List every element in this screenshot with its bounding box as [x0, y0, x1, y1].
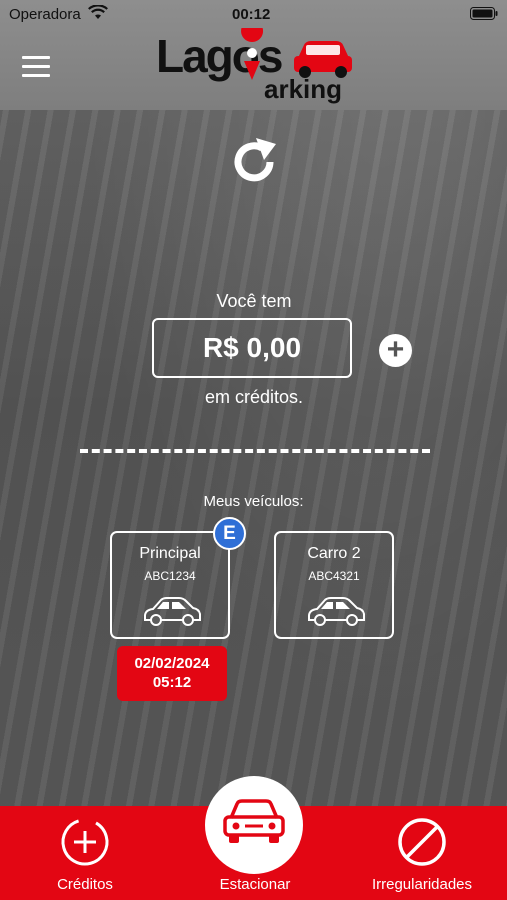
wifi-icon	[88, 5, 108, 19]
vehicle-card[interactable]: Carro 2 ABC4321	[274, 531, 394, 639]
vehicle-card[interactable]: Principal ABC1234	[110, 531, 230, 639]
menu-line	[22, 74, 50, 77]
battery-icon	[470, 7, 498, 20]
logo-car-icon	[294, 41, 352, 78]
tab-label: Créditos	[57, 876, 113, 893]
credit-caption-top: Você tem	[216, 291, 292, 311]
credit-caption-bottom: em créditos.	[204, 387, 304, 407]
section-divider	[80, 449, 430, 453]
status-badge: E	[213, 517, 246, 550]
car-icon	[308, 597, 365, 626]
add-credit-icon	[61, 818, 109, 866]
status-bar: Operadora 00:12	[0, 0, 507, 28]
carrier-label: Operadora	[9, 6, 81, 23]
clock: 00:12	[232, 6, 271, 23]
tab-creditos[interactable]: Créditos	[34, 806, 136, 900]
refresh-icon[interactable]	[226, 134, 282, 190]
logo-text-sub: arking	[264, 74, 342, 104]
logo-text-main: Lagos	[156, 30, 282, 82]
app-logo: Lagos arking	[156, 28, 352, 104]
parking-time: 05:12	[152, 674, 192, 691]
vehicle-name: Principal	[139, 545, 201, 562]
add-credit-button[interactable]: +	[379, 334, 412, 367]
tab-estacionar[interactable]: Estacionar	[190, 806, 320, 900]
credit-balance: R$ 0,00	[152, 318, 352, 378]
parking-expiry: 02/02/2024 05:12	[117, 646, 227, 701]
tab-label: Irregularidades	[371, 876, 473, 893]
vehicle-plate: ABC4321	[308, 569, 360, 583]
vehicle-name: Carro 2	[307, 545, 361, 562]
vehicles-title: Meus veículos:	[203, 493, 304, 510]
menu-line	[22, 56, 50, 59]
menu-button[interactable]	[22, 56, 50, 80]
prohibited-icon	[398, 818, 446, 866]
vehicle-plate: ABC1234	[144, 569, 196, 583]
car-icon	[144, 597, 201, 626]
tab-irregularidades[interactable]: Irregularidades	[362, 806, 482, 900]
tab-label: Estacionar	[219, 876, 291, 893]
menu-line	[22, 65, 50, 68]
parking-date: 02/02/2024	[134, 655, 210, 672]
